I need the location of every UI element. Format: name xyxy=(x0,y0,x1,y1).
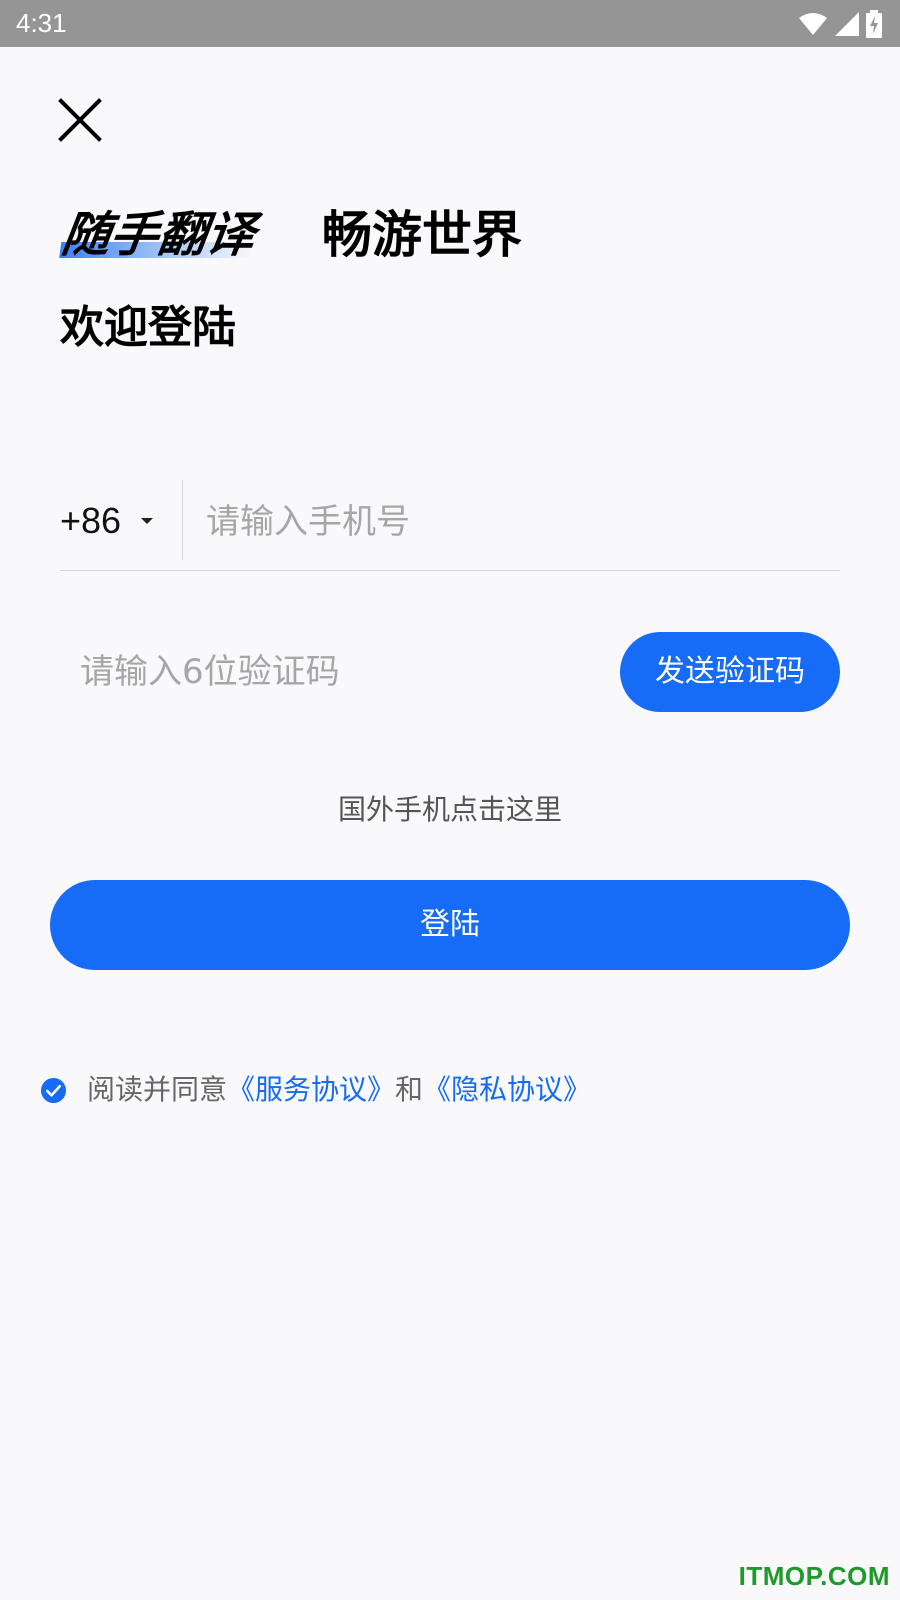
status-time: 4:31 xyxy=(16,8,67,38)
close-icon xyxy=(58,98,102,142)
watermark: ITMOP.COM xyxy=(738,1561,890,1591)
battery-charging-icon xyxy=(866,10,882,38)
send-code-button[interactable]: 发送验证码 xyxy=(620,632,840,712)
agreement-prefix: 阅读并同意 xyxy=(87,1073,228,1106)
checkbox-checked-icon[interactable] xyxy=(40,1077,67,1104)
foreign-phone-link[interactable]: 国外手机点击这里 xyxy=(0,790,900,830)
login-button[interactable]: 登陆 xyxy=(50,880,850,970)
country-code-selector[interactable]: +86 xyxy=(60,496,154,546)
privacy-agreement-link[interactable]: 《隐私协议》 xyxy=(423,1070,591,1110)
welcome-title: 欢迎登陆 xyxy=(60,302,236,353)
wifi-icon xyxy=(799,13,827,35)
slogan-travel: 畅游世界 xyxy=(322,206,522,264)
country-code-label: +86 xyxy=(60,500,122,541)
phone-row: +86 xyxy=(60,480,840,571)
status-bar: 4:31 xyxy=(0,0,900,47)
status-icons xyxy=(798,9,882,39)
verification-code-input[interactable] xyxy=(80,644,520,700)
close-button[interactable] xyxy=(56,96,104,144)
signal-icon xyxy=(835,12,859,36)
phone-input[interactable] xyxy=(206,494,826,550)
slogan-translate: 随手翻译 xyxy=(58,204,259,266)
divider xyxy=(182,480,183,560)
caret-down-icon xyxy=(141,518,154,524)
agreement-row: 阅读并同意 《服务协议》 和 《隐私协议》 xyxy=(40,1070,591,1110)
service-agreement-link[interactable]: 《服务协议》 xyxy=(227,1070,395,1110)
agreement-conjunction: 和 xyxy=(395,1073,424,1106)
